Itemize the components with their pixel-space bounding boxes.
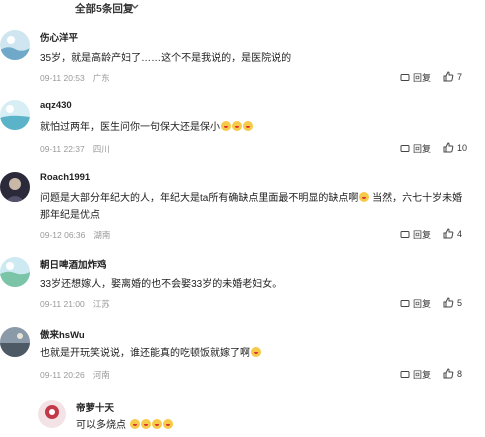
comment-meta: 09-11 22:37 四川 xyxy=(40,144,110,154)
comment-text: 就怕过两年，医生问你一句保大还是保小 xyxy=(40,119,465,136)
thumbs-up-icon xyxy=(443,368,454,379)
comment-username[interactable]: aqz430 xyxy=(40,100,72,111)
thumbs-up-icon xyxy=(443,142,454,153)
grin-emoji-icon xyxy=(232,121,242,131)
reply-icon xyxy=(400,73,410,81)
comment-text: 问题是大部分年纪大的人，年纪大是ta所有确缺点里面最不明显的缺点啊 当然，六七十… xyxy=(40,192,463,221)
comment-text: 也就是开玩笑说说，谁还能真的吃顿饭就嫁了啊 xyxy=(40,345,465,362)
like-button[interactable]: 10 xyxy=(443,142,467,153)
comment-text: 可以多烧点 xyxy=(76,417,466,434)
avatar[interactable] xyxy=(0,172,30,202)
grin-emoji-icon xyxy=(151,419,162,429)
grin-emoji-icon xyxy=(140,419,151,429)
avatar[interactable] xyxy=(0,100,30,130)
grin-emoji-icon xyxy=(129,419,140,429)
all-replies-toggle[interactable]: 全部5条回复 xyxy=(75,1,133,16)
comment-text: 35岁，就是高龄产妇了……这个不是我说的，是医院说的 xyxy=(40,53,292,64)
reply-icon xyxy=(400,299,410,307)
avatar[interactable] xyxy=(0,327,30,357)
comment-username[interactable]: 帝萝十天 xyxy=(76,400,114,414)
reply-button[interactable]: 回复 xyxy=(400,228,431,241)
grin-emoji-icon xyxy=(243,121,253,131)
reply-icon xyxy=(400,370,410,378)
comment-username[interactable]: 伤心洋平 xyxy=(40,30,78,44)
comment-meta: 09-11 21:00 江苏 xyxy=(40,299,110,309)
comment-meta: 09-12 06:36 湖南 xyxy=(40,230,111,240)
chevron-down-icon[interactable] xyxy=(130,2,140,12)
comment-meta: 09-11 20:26 河南 xyxy=(40,370,110,380)
reply-button[interactable]: 回复 xyxy=(400,71,431,84)
grin-emoji-icon xyxy=(162,419,173,429)
avatar[interactable] xyxy=(0,30,30,60)
comment-username[interactable]: Roach1991 xyxy=(40,172,90,183)
thumbs-up-icon xyxy=(443,297,454,308)
grin-emoji-icon xyxy=(251,347,261,357)
comment-meta: 09-11 20:53 广东 xyxy=(40,73,110,83)
grin-emoji-icon xyxy=(359,192,370,202)
avatar[interactable] xyxy=(0,257,30,287)
reply-button[interactable]: 回复 xyxy=(400,368,431,381)
thumbs-up-icon xyxy=(443,71,454,82)
reply-button[interactable]: 回复 xyxy=(400,297,431,310)
comment-text: 33岁还想嫁人，娶离婚的也不会娶33岁的未婚老妇女。 xyxy=(40,279,283,290)
like-button[interactable]: 5 xyxy=(443,297,462,308)
reply-button[interactable]: 回复 xyxy=(400,142,431,155)
like-button[interactable]: 7 xyxy=(443,71,462,82)
reply-icon xyxy=(400,144,410,152)
reply-icon xyxy=(400,230,410,238)
like-button[interactable]: 8 xyxy=(443,368,462,379)
avatar[interactable] xyxy=(38,400,66,428)
grin-emoji-icon xyxy=(221,121,231,131)
replies-header: 全部5条回复 xyxy=(0,0,485,16)
thumbs-up-icon xyxy=(443,228,454,239)
comment-username[interactable]: 傲来hsWu xyxy=(40,327,85,341)
like-button[interactable]: 4 xyxy=(443,228,462,239)
comment-username[interactable]: 朝日啤酒加炸鸡 xyxy=(40,257,107,271)
